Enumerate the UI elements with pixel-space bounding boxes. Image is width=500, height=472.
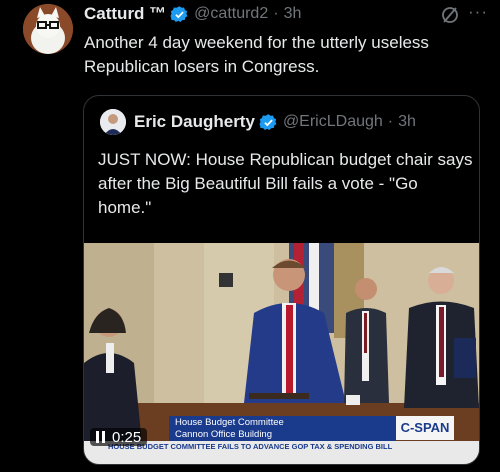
tweet-header: Catturd ™ @catturd2 · 3h [84, 3, 490, 25]
grok-icon[interactable] [440, 5, 460, 25]
tweet[interactable]: Catturd ™ @catturd2 · 3h ··· Another 4 d… [0, 0, 500, 472]
lower-third: House Budget Committee Cannon Office Bui… [169, 416, 396, 442]
tweet-text: Another 4 day weekend for the utterly us… [84, 33, 429, 76]
verified-badge-icon [259, 113, 277, 130]
quoted-author-handle: @EricLDaugh [282, 113, 383, 130]
quoted-timestamp: 3h [398, 113, 416, 130]
verified-badge-icon [170, 5, 188, 22]
quoted-tweet-header: Eric Daugherty @EricLDaugh · 3h [100, 109, 416, 135]
quoted-tweet-text: JUST NOW: House Republican budget chair … [98, 150, 473, 217]
quoted-author-name: Eric Daugherty [134, 112, 255, 131]
author-handle[interactable]: @catturd2 [194, 5, 268, 23]
video-timestamp: 0:25 [112, 428, 142, 446]
more-options-icon[interactable]: ··· [468, 2, 488, 22]
cspan-logo: C-SPAN [396, 416, 454, 440]
author-name[interactable]: Catturd ™ [84, 4, 166, 24]
author-avatar[interactable] [23, 4, 73, 54]
video-player[interactable]: House Budget Committee Cannon Office Bui… [84, 243, 479, 464]
separator-dot: · [387, 113, 394, 130]
lower-third-title: House Budget Committee [175, 417, 284, 428]
separator-dot: · [273, 5, 279, 22]
quoted-author-avatar [100, 109, 126, 135]
quoted-tweet[interactable]: Eric Daugherty @EricLDaugh · 3h JUST NOW… [83, 95, 480, 465]
lower-third-location: Cannon Office Building [175, 429, 272, 440]
pause-icon[interactable] [96, 431, 105, 443]
video-time-badge[interactable]: 0:25 [90, 428, 148, 446]
timestamp[interactable]: 3h [284, 5, 302, 23]
